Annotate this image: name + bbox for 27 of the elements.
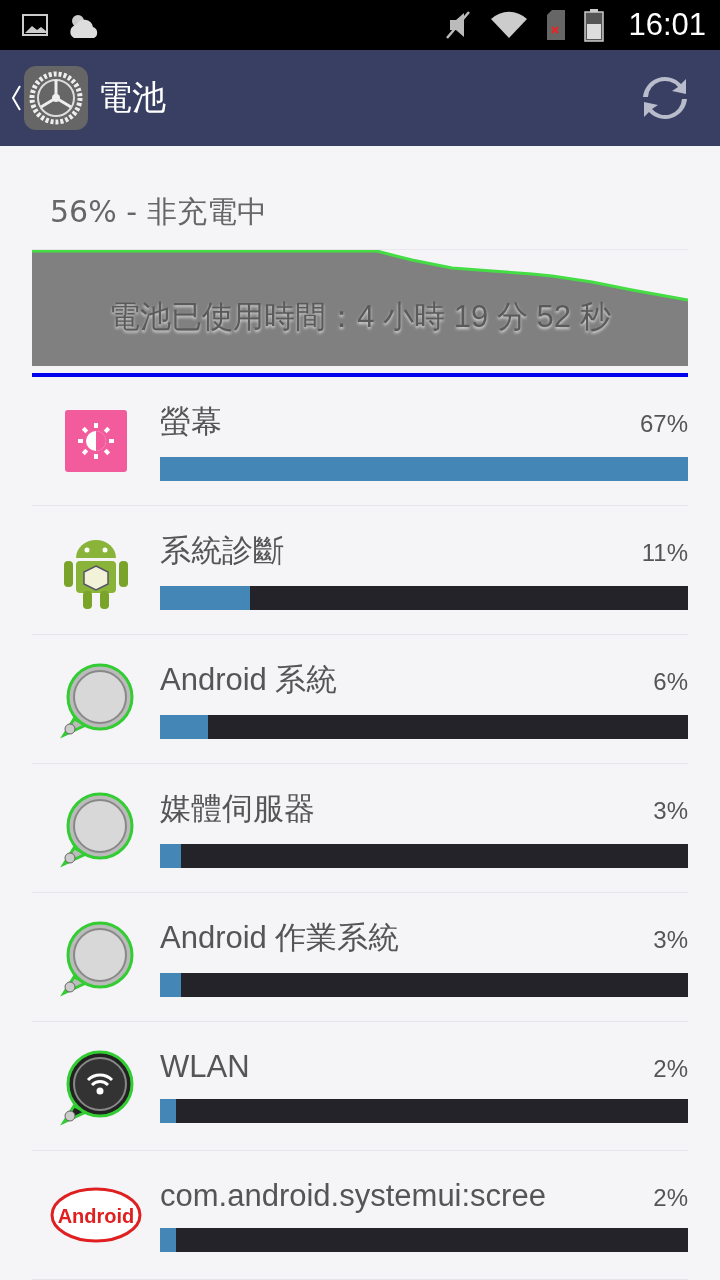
app-name[interactable]: Android 系統: [160, 659, 338, 701]
logo-icon: Android: [50, 1187, 142, 1243]
app-name[interactable]: com.android.systemui:scree: [160, 1178, 546, 1214]
usage-percent: 6%: [653, 668, 688, 696]
chevron-icon: [10, 84, 22, 112]
usage-percent: 3%: [653, 797, 688, 825]
sim-icon: [546, 9, 567, 41]
wifi-icon: [490, 11, 529, 39]
usage-percent: 3%: [653, 926, 688, 954]
app-name[interactable]: 媒體伺服器: [160, 788, 315, 830]
mute-icon: [444, 10, 473, 40]
app-name[interactable]: 系統診斷: [160, 530, 284, 572]
back-button[interactable]: [10, 66, 88, 130]
clock-time: 16:01: [628, 7, 706, 43]
usage-percent: 67%: [639, 410, 688, 438]
image-icon: [22, 14, 48, 36]
battery-icon: [584, 8, 605, 42]
app-name[interactable]: 螢幕: [160, 401, 222, 443]
brightness-icon: [65, 410, 127, 472]
battery-status: 56% - 非充電中: [50, 193, 268, 231]
app-name[interactable]: Android 作業系統: [160, 917, 400, 959]
window-title: 電池: [98, 76, 167, 119]
usage-percent: 2%: [653, 1184, 688, 1212]
usage-percent: 11%: [641, 539, 688, 567]
gear-icon: [24, 66, 88, 130]
app-name[interactable]: WLAN: [160, 1049, 250, 1085]
usage-percent: 2%: [653, 1055, 688, 1083]
